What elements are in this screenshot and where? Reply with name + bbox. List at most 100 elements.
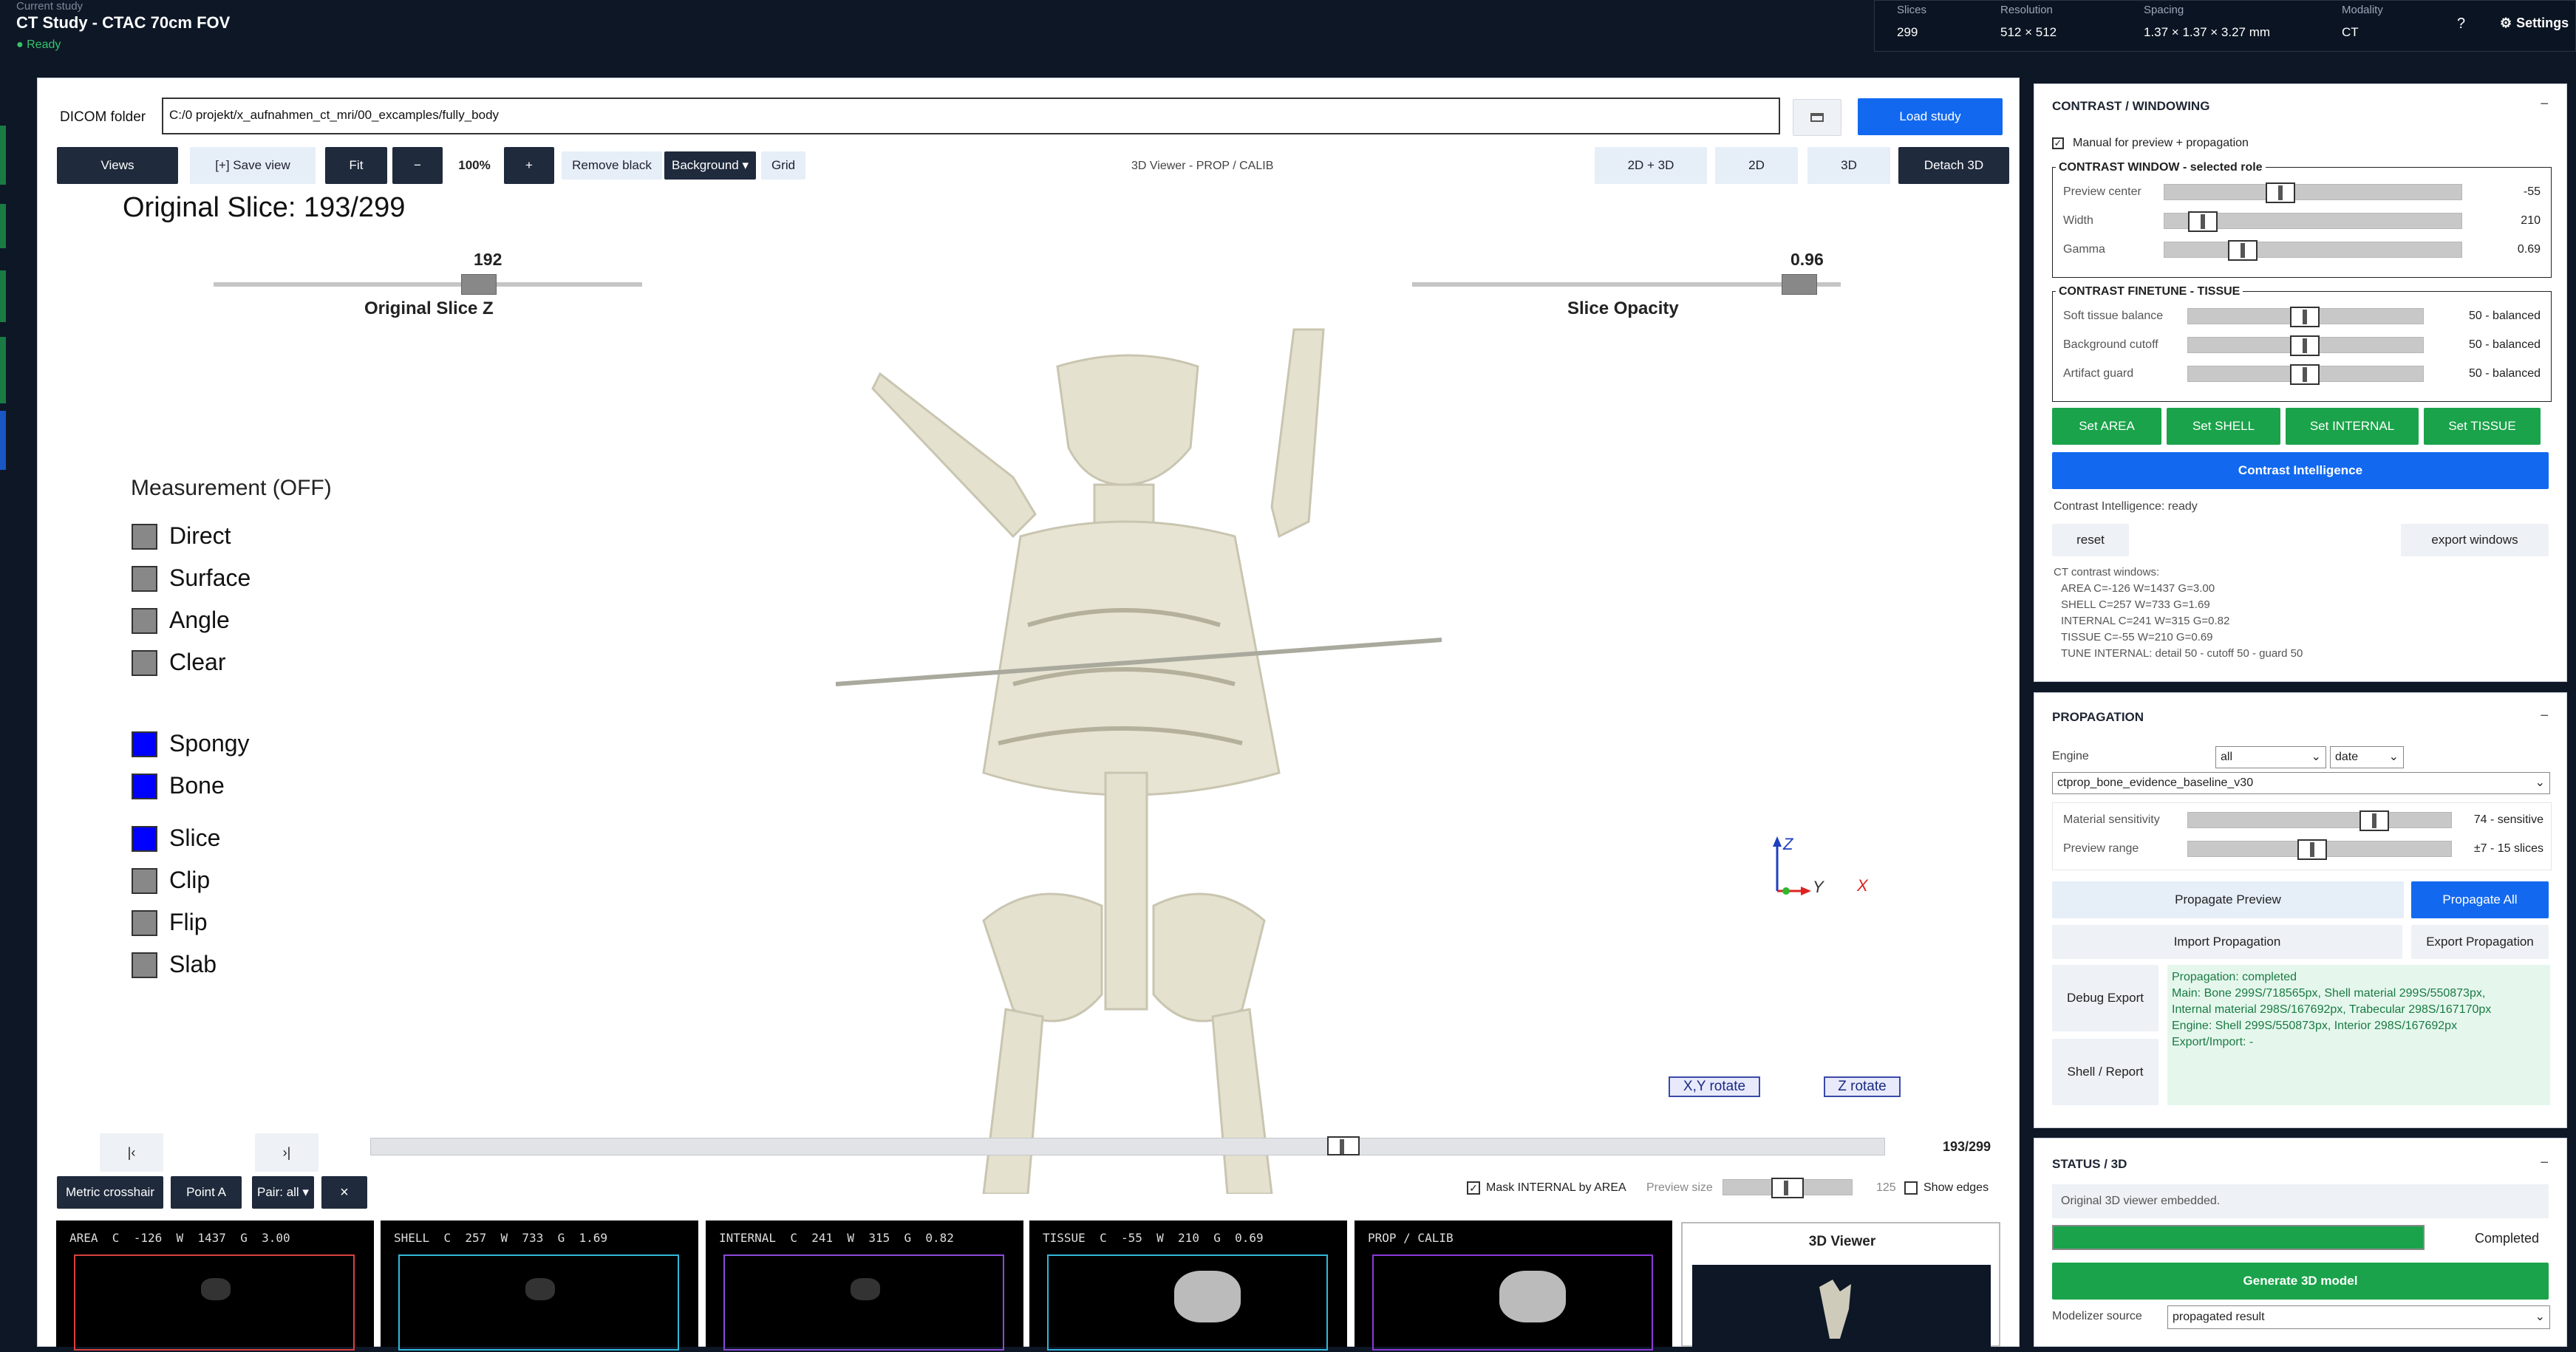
export-propagation-button[interactable]: Export Propagation <box>2411 925 2549 959</box>
slider-handle[interactable] <box>2297 839 2327 860</box>
remove-black-button[interactable]: Remove black <box>562 151 662 180</box>
set-area-button[interactable]: Set AREA <box>2052 408 2161 445</box>
grid-button[interactable]: Grid <box>761 151 805 180</box>
views-button[interactable]: Views <box>57 147 178 184</box>
slider-handle[interactable] <box>2290 307 2320 327</box>
slider-handle[interactable] <box>2228 240 2258 261</box>
slider-track[interactable] <box>2164 182 2462 203</box>
profile-select[interactable]: ctprop_bone_evidence_baseline_v30 ⌄ <box>2052 772 2550 794</box>
left-strip <box>0 64 7 1347</box>
thumbnail-window-g: 3.00 <box>262 1231 290 1245</box>
z-rotate-button[interactable]: Z rotate <box>1824 1076 1901 1097</box>
export-windows-button[interactable]: export windows <box>2401 524 2549 556</box>
slider-handle[interactable] <box>2265 182 2295 203</box>
toggle-checkbox[interactable] <box>132 774 157 799</box>
settings-button[interactable]: ⚙ Settings <box>2500 16 2569 31</box>
status-collapse-button[interactable]: − <box>2540 1155 2549 1172</box>
slice-scrubber[interactable] <box>370 1136 1885 1155</box>
mask-checkbox[interactable]: ✓ <box>1467 1181 1480 1195</box>
propagation-collapse-button[interactable]: − <box>2540 708 2549 725</box>
slider-track[interactable] <box>2187 335 2424 356</box>
slider-handle[interactable] <box>2359 810 2390 831</box>
preview-size-slider[interactable] <box>1723 1178 1853 1198</box>
modelizer-source-select[interactable]: propagated result ⌄ <box>2167 1305 2550 1329</box>
right-hip <box>1152 892 1266 1022</box>
info-resolution: Resolution 512 × 512 <box>2000 4 2057 39</box>
load-study-button[interactable]: Load study <box>1858 98 2003 135</box>
role-thumbnail-shell[interactable]: SHELL C 257 W 733 G 1.69 <box>381 1220 698 1351</box>
last-slice-button[interactable]: ›| <box>255 1133 318 1172</box>
browse-button[interactable] <box>1793 99 1841 136</box>
slider-value: 74 - sensitive <box>2473 813 2543 826</box>
sort-select[interactable]: date ⌄ <box>2330 746 2404 768</box>
role-thumbnail-tissue[interactable]: TISSUE C -55 W 210 G 0.69 <box>1029 1220 1347 1351</box>
slice-scrubber-handle[interactable] <box>1326 1136 1360 1155</box>
preview-size-slider-handle[interactable] <box>1771 1178 1804 1198</box>
engine-label: Engine <box>2052 750 2089 762</box>
set-tissue-button[interactable]: Set TISSUE <box>2424 408 2541 445</box>
mode-3d-button[interactable]: 3D <box>1807 147 1890 184</box>
slider-handle[interactable] <box>2188 211 2218 232</box>
import-propagation-button[interactable]: Import Propagation <box>2052 925 2402 959</box>
slider-track[interactable] <box>2164 240 2462 261</box>
detach-3d-button[interactable]: Detach 3D <box>1898 147 2009 184</box>
toggle-checkbox[interactable] <box>132 910 157 936</box>
left-femur <box>982 1008 1044 1194</box>
propagate-preview-button[interactable]: Propagate Preview <box>2052 881 2404 918</box>
role-thumbnail-area[interactable]: AREA C -126 W 1437 G 3.00 <box>56 1220 374 1351</box>
toggle-label-spongy: Spongy <box>169 730 250 757</box>
first-slice-button[interactable]: |‹ <box>100 1133 163 1172</box>
close-measure-button[interactable]: × <box>321 1176 367 1209</box>
slider-label: Width <box>2063 214 2093 227</box>
metric-crosshair-button[interactable]: Metric crosshair <box>57 1176 163 1209</box>
contrast-intelligence-button[interactable]: Contrast Intelligence <box>2052 452 2549 489</box>
slider-track[interactable] <box>2187 307 2424 327</box>
zoom-out-button[interactable]: − <box>392 147 443 184</box>
slider-track[interactable] <box>2187 839 2452 860</box>
set-internal-button[interactable]: Set INTERNAL <box>2286 408 2419 445</box>
slider-track[interactable] <box>2164 211 2462 232</box>
show-edges-checkbox[interactable] <box>1904 1181 1918 1195</box>
toggle-checkbox[interactable] <box>132 566 157 592</box>
zoom-in-button[interactable]: + <box>504 147 554 184</box>
point-a-button[interactable]: Point A <box>171 1176 242 1209</box>
slice-z-slider[interactable] <box>214 274 642 295</box>
role-thumbnail-internal[interactable]: INTERNAL C 241 W 315 G 0.82 <box>706 1220 1023 1351</box>
engine-select[interactable]: all ⌄ <box>2215 746 2326 768</box>
opacity-slider[interactable] <box>1412 274 1841 295</box>
set-shell-button[interactable]: Set SHELL <box>2167 408 2280 445</box>
role-thumbnail-prop-calib[interactable]: PROP / CALIB <box>1355 1220 1672 1351</box>
background-dropdown[interactable]: Background ▾ <box>664 151 756 180</box>
save-view-button[interactable]: [+] Save view <box>190 147 316 184</box>
opacity-slider-handle[interactable] <box>1782 274 1818 295</box>
skeleton-3d-render[interactable] <box>791 241 1456 1194</box>
manual-checkbox[interactable]: ✓ <box>2052 137 2064 149</box>
xy-rotate-button[interactable]: X,Y rotate <box>1669 1076 1760 1097</box>
toggle-checkbox[interactable] <box>132 826 157 852</box>
generate-3d-button[interactable]: Generate 3D model <box>2052 1263 2549 1300</box>
mode-2d-button[interactable]: 2D <box>1715 147 1798 184</box>
propagate-all-button[interactable]: Propagate All <box>2411 881 2549 918</box>
contrast-collapse-button[interactable]: − <box>2540 96 2549 113</box>
viewer-3d-thumbnail[interactable]: 3D Viewer <box>1681 1222 2000 1348</box>
slice-z-label: Original Slice Z <box>364 298 494 318</box>
fit-button[interactable]: Fit <box>325 147 387 184</box>
mode-2d3d-button[interactable]: 2D + 3D <box>1595 147 1707 184</box>
slice-z-slider-handle[interactable] <box>461 274 497 295</box>
toggle-checkbox[interactable] <box>132 868 157 894</box>
toggle-checkbox[interactable] <box>132 650 157 676</box>
slider-handle[interactable] <box>2290 364 2320 385</box>
debug-export-button[interactable]: Debug Export <box>2052 965 2158 1031</box>
toggle-checkbox[interactable] <box>132 608 157 634</box>
toggle-checkbox[interactable] <box>132 731 157 757</box>
slider-track[interactable] <box>2187 810 2452 831</box>
slider-track[interactable] <box>2187 364 2424 385</box>
shell-report-button[interactable]: Shell / Report <box>2052 1039 2158 1105</box>
toggle-checkbox[interactable] <box>132 952 157 978</box>
pair-dropdown[interactable]: Pair: all ▾ <box>252 1176 314 1209</box>
help-button[interactable]: ? <box>2457 16 2465 33</box>
slider-handle[interactable] <box>2290 335 2320 356</box>
reset-button[interactable]: reset <box>2052 524 2129 556</box>
dicom-path-input[interactable]: C:/0 projekt/x_aufnahmen_ct_mri/00_excam… <box>162 98 1780 134</box>
toggle-checkbox[interactable] <box>132 524 157 550</box>
